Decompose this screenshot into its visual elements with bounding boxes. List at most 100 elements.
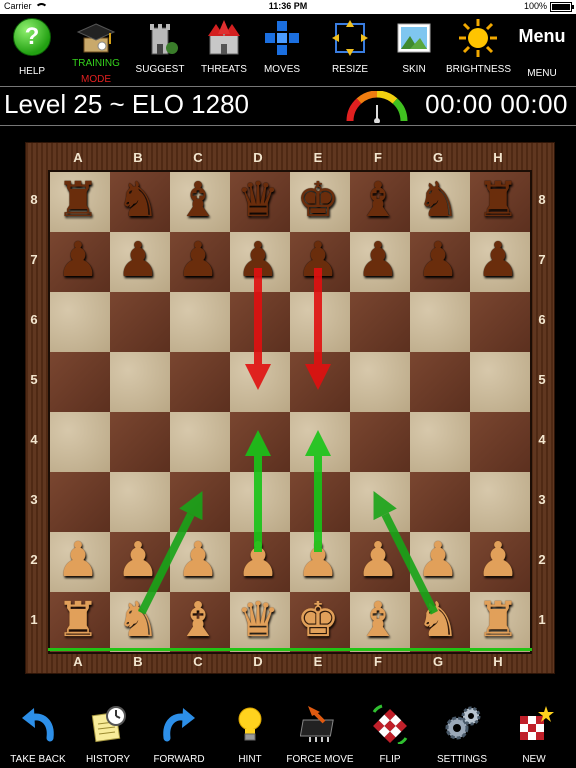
black-pawn-icon[interactable]: ♟ <box>228 230 288 290</box>
rank-label-4: 4 <box>538 432 546 447</box>
white-pawn-icon[interactable]: ♟ <box>108 530 168 590</box>
file-label-d: D <box>253 654 263 669</box>
rank-label-7: 7 <box>538 252 546 267</box>
rank-label-2: 2 <box>30 552 38 567</box>
white-king-icon[interactable]: ♚ <box>288 590 348 650</box>
status-time: 11:36 PM <box>268 1 308 11</box>
threats-label: THREATS <box>201 64 247 75</box>
white-rook-icon[interactable]: ♜ <box>468 590 528 650</box>
resize-button[interactable]: RESIZE <box>318 18 382 82</box>
blue-cross-icon <box>262 18 302 58</box>
rank-label-5: 5 <box>538 372 546 387</box>
rank-label-7: 7 <box>30 252 38 267</box>
castle-tower-icon <box>140 18 180 58</box>
black-queen-icon[interactable]: ♛ <box>228 170 288 230</box>
white-knight-icon[interactable]: ♞ <box>108 590 168 650</box>
suggest-button[interactable]: SUGGEST <box>128 18 192 82</box>
white-rook-icon[interactable]: ♜ <box>48 590 108 650</box>
flip-button[interactable]: FLIP <box>354 704 426 765</box>
white-pawn-icon[interactable]: ♟ <box>288 530 348 590</box>
history-button[interactable]: HISTORY <box>72 704 144 765</box>
black-rook-icon[interactable]: ♜ <box>48 170 108 230</box>
white-pawn-icon[interactable]: ♟ <box>348 530 408 590</box>
file-label-g: G <box>432 654 444 669</box>
redo-arrow-icon <box>159 704 199 744</box>
file-label-a: A <box>73 150 83 165</box>
skin-label: SKIN <box>402 64 426 75</box>
landscape-picture-icon <box>394 18 434 58</box>
file-label-h: H <box>493 150 503 165</box>
white-pawn-icon[interactable]: ♟ <box>468 530 528 590</box>
training-label-line1: TRAINING <box>72 58 120 69</box>
black-pawn-icon[interactable]: ♟ <box>468 230 528 290</box>
brightness-button[interactable]: BRIGHTNESS <box>446 18 511 82</box>
battery-status: 100% <box>524 1 574 12</box>
history-label: HISTORY <box>85 754 131 765</box>
strength-gauge-icon <box>346 90 408 124</box>
rank-label-3: 3 <box>538 492 546 507</box>
black-pawn-icon[interactable]: ♟ <box>48 230 108 290</box>
white-knight-icon[interactable]: ♞ <box>408 590 468 650</box>
white-bishop-icon[interactable]: ♝ <box>168 590 228 650</box>
file-label-c: C <box>193 150 203 165</box>
rank-label-6: 6 <box>30 312 38 327</box>
white-pawn-icon[interactable]: ♟ <box>48 530 108 590</box>
suggest-label: SUGGEST <box>135 64 185 75</box>
black-rook-icon[interactable]: ♜ <box>468 170 528 230</box>
chess-pieces: ♜ ♞ ♝ ♛ ♚ ♝ ♞ ♜ ♟ ♟ ♟ ♟ ♟ ♟ ♟ ♟ ♟ ♟ ♟ ♟ ♟ ♟ ♟ ♟ ♜ ♞ ♝ ♛ ♚ ♝ ♞ ♜ <box>48 170 528 650</box>
moves-button[interactable]: MOVES <box>250 18 314 82</box>
black-pawn-icon[interactable]: ♟ <box>288 230 348 290</box>
file-label-c: C <box>193 654 203 669</box>
hint-label: HINT <box>238 754 262 765</box>
moves-label: MOVES <box>263 64 301 75</box>
force-move-button[interactable]: FORCE MOVE <box>284 704 356 765</box>
black-bishop-icon[interactable]: ♝ <box>348 170 408 230</box>
file-label-b: B <box>133 150 143 165</box>
white-pawn-icon[interactable]: ♟ <box>168 530 228 590</box>
hint-button[interactable]: HINT <box>214 704 286 765</box>
black-pawn-icon[interactable]: ♟ <box>108 230 168 290</box>
flip-label: FLIP <box>379 754 401 765</box>
status-bar: Carrier 11:36 PM 100% <box>0 0 576 14</box>
forward-label: FORWARD <box>153 754 205 765</box>
threats-button[interactable]: THREATS <box>192 18 256 82</box>
training-label-line2: MODE <box>81 74 111 85</box>
lightbulb-icon <box>230 704 270 744</box>
new-game-button[interactable]: NEW <box>498 704 570 765</box>
sun-icon <box>458 18 498 58</box>
rank-label-8: 8 <box>538 192 546 207</box>
help-button[interactable]: ? HELP <box>0 18 64 82</box>
black-pawn-icon[interactable]: ♟ <box>348 230 408 290</box>
new-board-star-icon <box>514 704 554 744</box>
forward-button[interactable]: FORWARD <box>143 704 215 765</box>
white-bishop-icon[interactable]: ♝ <box>348 590 408 650</box>
training-mode-button[interactable]: TRAINING MODE <box>64 18 128 85</box>
resize-label: RESIZE <box>331 64 369 75</box>
bottom-toolbar: TAKE BACK HISTORY FORWARD HINT FORCE MOV… <box>0 700 576 768</box>
undo-arrow-icon <box>18 704 58 744</box>
skin-button[interactable]: SKIN <box>382 18 446 82</box>
settings-label: SETTINGS <box>436 754 487 765</box>
black-knight-icon[interactable]: ♞ <box>408 170 468 230</box>
take-back-button[interactable]: TAKE BACK <box>2 704 74 765</box>
menu-label: MENU <box>527 68 557 79</box>
file-label-e: E <box>313 654 323 669</box>
settings-button[interactable]: SETTINGS <box>426 704 498 765</box>
white-pawn-icon[interactable]: ♟ <box>228 530 288 590</box>
white-pawn-icon[interactable]: ♟ <box>408 530 468 590</box>
black-bishop-icon[interactable]: ♝ <box>168 170 228 230</box>
rank-label-8: 8 <box>30 192 38 207</box>
menu-button[interactable]: Menu MENU <box>510 18 574 82</box>
file-label-b: B <box>133 654 143 669</box>
force-move-label: FORCE MOVE <box>286 754 354 765</box>
file-label-a: A <box>73 654 83 669</box>
black-pawn-icon[interactable]: ♟ <box>168 230 228 290</box>
black-pawn-icon[interactable]: ♟ <box>408 230 468 290</box>
white-queen-icon[interactable]: ♛ <box>228 590 288 650</box>
black-king-icon[interactable]: ♚ <box>288 170 348 230</box>
file-label-f: F <box>374 654 382 669</box>
game-timer: 00:00 00:00 <box>425 89 568 119</box>
rank-label-6: 6 <box>538 312 546 327</box>
level-elo-label: Level 25 ~ ELO 1280 <box>4 89 250 119</box>
black-knight-icon[interactable]: ♞ <box>108 170 168 230</box>
